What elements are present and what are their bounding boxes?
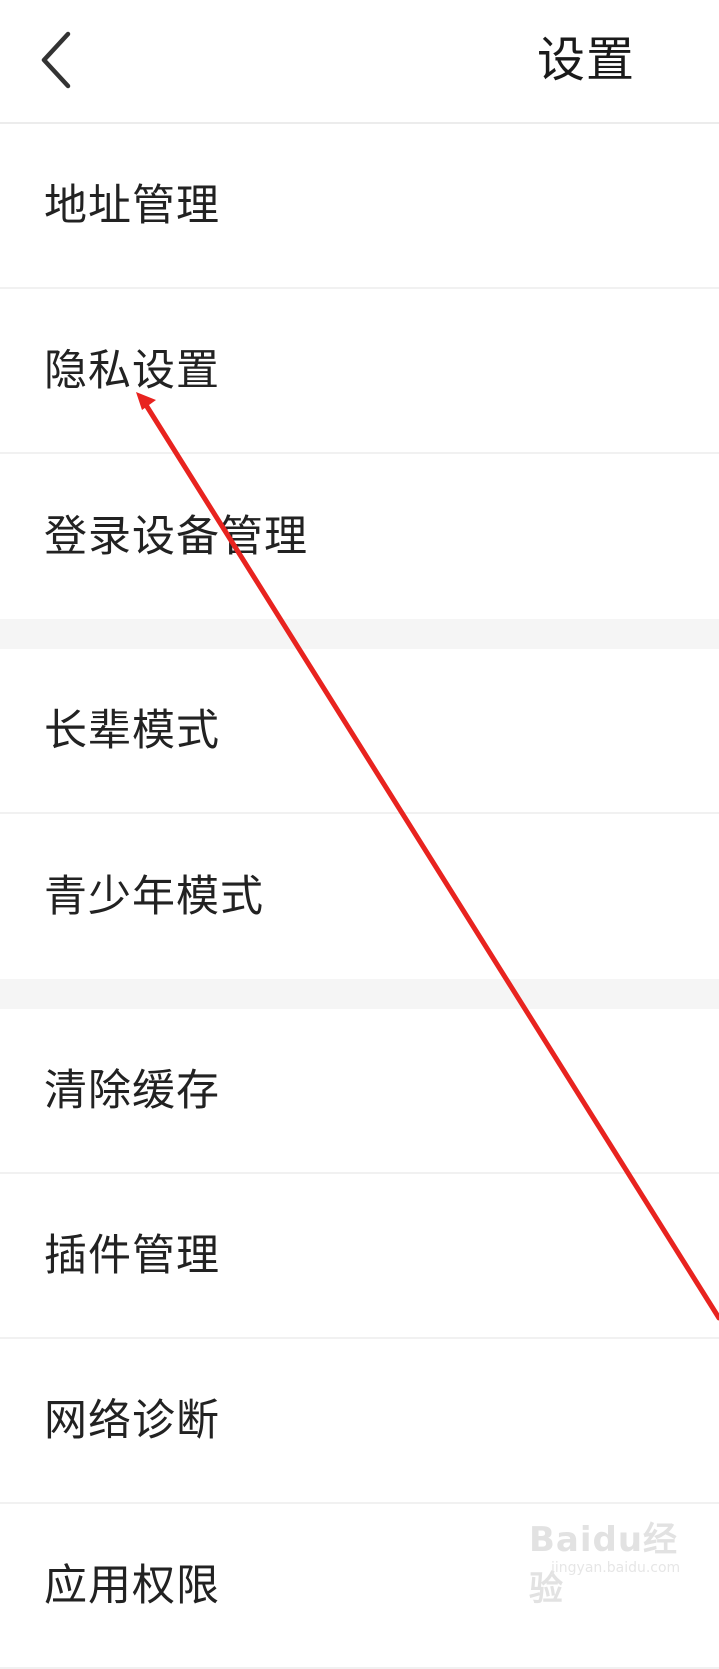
settings-item-label: 插件管理 [44, 1230, 220, 1281]
settings-item-app-permissions[interactable]: 应用权限 [0, 1504, 719, 1669]
group-divider [0, 979, 719, 1009]
settings-item-teen-mode[interactable]: 青少年模式 [0, 814, 719, 979]
chevron-left-icon [41, 31, 71, 89]
settings-item-plugins[interactable]: 插件管理 [0, 1174, 719, 1339]
page-title: 设置 [536, 32, 635, 88]
settings-item-label: 青少年模式 [44, 871, 264, 922]
settings-item-login-devices[interactable]: 登录设备管理 [0, 454, 719, 619]
settings-item-clear-cache[interactable]: 清除缓存 [0, 1009, 719, 1174]
settings-list: 地址管理 隐私设置 登录设备管理 长辈模式 青少年模式 清除缓存 插件管理 网络… [0, 124, 719, 1669]
settings-item-label: 应用权限 [44, 1560, 220, 1611]
settings-item-label: 长辈模式 [44, 705, 220, 756]
settings-item-label: 隐私设置 [44, 345, 220, 396]
top-bar: 设置 [0, 0, 719, 124]
settings-item-label: 网络诊断 [44, 1395, 220, 1446]
settings-item-privacy[interactable]: 隐私设置 [0, 289, 719, 454]
settings-item-label: 清除缓存 [44, 1065, 220, 1116]
group-divider [0, 619, 719, 649]
settings-item-elder-mode[interactable]: 长辈模式 [0, 649, 719, 814]
back-button[interactable] [28, 28, 92, 92]
settings-item-network-diagnosis[interactable]: 网络诊断 [0, 1339, 719, 1504]
settings-item-label: 登录设备管理 [44, 511, 308, 562]
settings-item-address[interactable]: 地址管理 [0, 124, 719, 289]
settings-item-label: 地址管理 [44, 180, 220, 231]
